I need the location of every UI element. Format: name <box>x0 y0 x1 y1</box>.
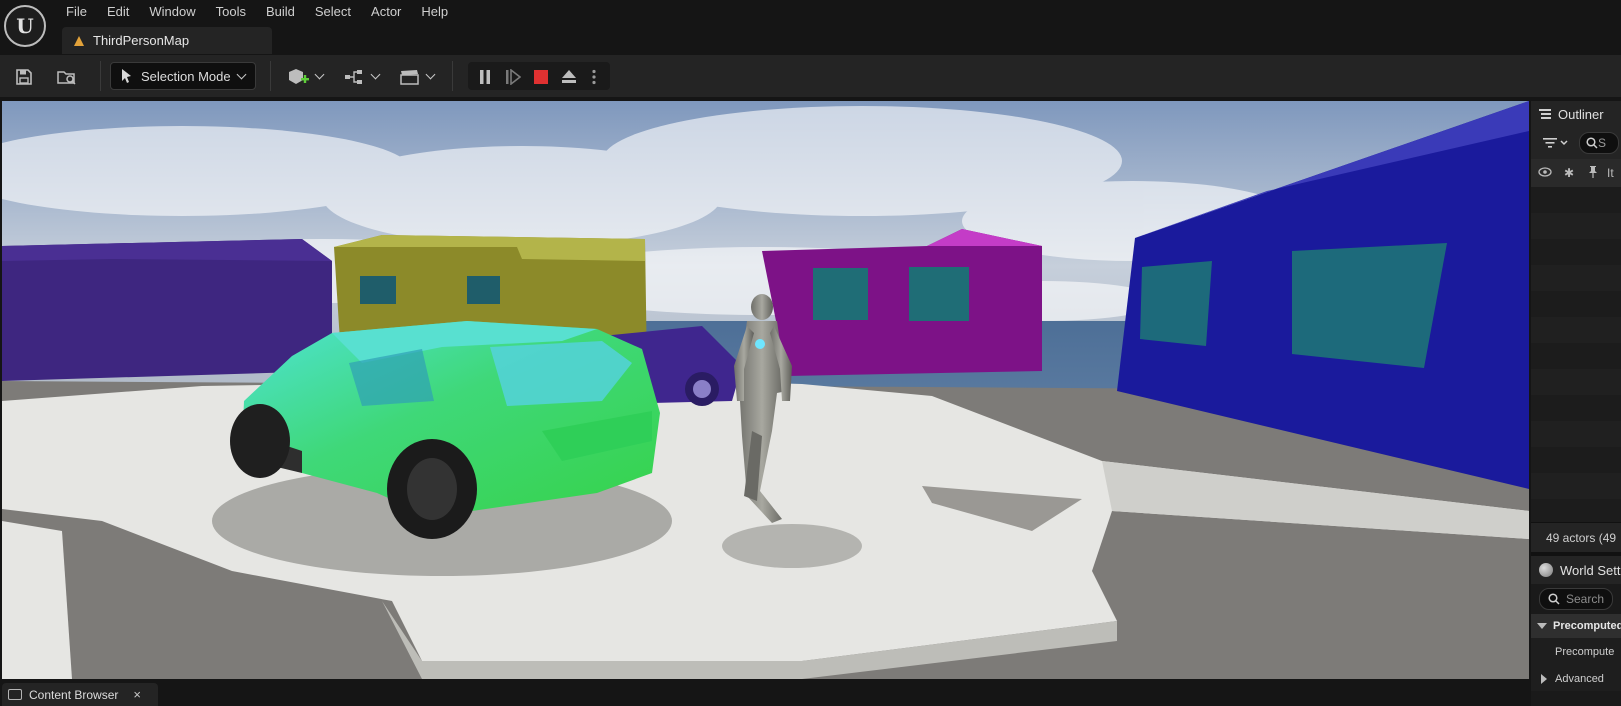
chevron-down-icon <box>425 69 435 80</box>
precomputed-category-label: Precomputed <box>1553 620 1621 632</box>
outliner-title: Outliner <box>1558 106 1604 122</box>
pause-button[interactable] <box>474 64 496 89</box>
outliner-tree[interactable] <box>1531 187 1621 522</box>
magenta-building <box>762 229 1042 376</box>
cursor-icon <box>122 69 131 83</box>
more-options-button[interactable] <box>586 64 602 89</box>
more-options-icon <box>592 69 596 84</box>
level-viewport[interactable] <box>2 101 1529 679</box>
world-settings-search-placeholder: Search <box>1566 592 1605 606</box>
outliner-panel: Outliner S ✱ It 49 actors (49 World Sett <box>1531 101 1621 706</box>
world-settings-title: World Sett <box>1560 562 1621 578</box>
star-icon[interactable]: ✱ <box>1559 166 1579 180</box>
filter-icon[interactable] <box>1543 136 1569 150</box>
bottom-drawer-bar: Content Browser × <box>0 681 1531 706</box>
eject-button[interactable] <box>558 64 580 89</box>
chevron-down-icon <box>314 69 324 80</box>
frame-skip-icon <box>506 68 521 85</box>
menu-select[interactable]: Select <box>305 0 361 24</box>
blueprint-button[interactable] <box>341 64 381 89</box>
browse-level-button[interactable] <box>54 64 80 89</box>
blueprint-icon <box>344 69 362 84</box>
content-browser-label: Content Browser <box>29 687 119 702</box>
menu-bar: U File Edit Window Tools Build Select Ac… <box>0 0 1621 55</box>
cinematics-button[interactable] <box>396 64 436 89</box>
menu-edit[interactable]: Edit <box>97 0 139 24</box>
main-toolbar: Selection Mode <box>0 55 1621 97</box>
content-browser-tab[interactable]: Content Browser × <box>2 683 158 706</box>
menu-window[interactable]: Window <box>139 0 205 24</box>
selection-mode-label: Selection Mode <box>141 68 231 84</box>
chevron-down-icon <box>370 69 380 80</box>
menu-tools[interactable]: Tools <box>206 0 256 24</box>
globe-icon <box>1539 563 1553 577</box>
eject-icon <box>562 69 576 83</box>
outliner-column-header: ✱ It <box>1531 159 1621 187</box>
precomputed-category[interactable]: Precomputed <box>1531 614 1621 638</box>
folder-icon <box>8 689 22 700</box>
viewport-scene[interactable] <box>2 101 1529 679</box>
outliner-status: 49 actors (49 <box>1531 522 1621 552</box>
expand-arrow-icon <box>1537 623 1547 629</box>
menu-build[interactable]: Build <box>256 0 305 24</box>
stop-button[interactable] <box>530 64 552 89</box>
outliner-search-input[interactable]: S <box>1579 132 1619 154</box>
menu-file[interactable]: File <box>56 0 97 24</box>
search-icon <box>1586 137 1598 149</box>
stop-square <box>534 69 548 84</box>
character-shadow <box>722 524 862 568</box>
save-icon <box>16 68 32 85</box>
collapse-arrow-icon <box>1541 673 1547 684</box>
stop-icon <box>534 69 548 84</box>
item-label-column[interactable]: It <box>1607 166 1614 180</box>
outliner-icon <box>1539 109 1551 119</box>
advanced-section[interactable]: Advanced <box>1531 666 1621 691</box>
precompute-property[interactable]: Precompute <box>1531 638 1621 666</box>
menu-help[interactable]: Help <box>411 0 458 24</box>
outliner-header: Outliner <box>1531 101 1621 127</box>
outliner-filter-bar: S <box>1531 127 1621 159</box>
main-menu: File Edit Window Tools Build Select Acto… <box>56 0 458 24</box>
level-tab-label: ThirdPersonMap <box>93 33 190 48</box>
chevron-down-icon <box>236 69 247 79</box>
level-document-tab[interactable]: ThirdPersonMap <box>62 27 272 54</box>
toolbar-separator <box>452 61 453 91</box>
close-icon[interactable]: × <box>133 687 141 702</box>
level-icon <box>74 35 84 46</box>
search-icon <box>1548 593 1560 605</box>
frame-skip-button[interactable] <box>502 64 524 89</box>
toolbar-separator <box>270 61 271 91</box>
toolbar-separator <box>100 61 101 91</box>
add-actor-button[interactable] <box>285 64 325 89</box>
eye-icon[interactable] <box>1535 166 1555 180</box>
pin-icon[interactable] <box>1583 165 1603 181</box>
selection-mode-dropdown[interactable]: Selection Mode <box>110 62 256 90</box>
advanced-label: Advanced <box>1555 672 1604 685</box>
unreal-logo-icon[interactable]: U <box>4 5 46 47</box>
add-actor-icon <box>288 68 309 84</box>
save-button[interactable] <box>12 64 36 89</box>
world-settings-header: World Sett <box>1531 552 1621 584</box>
pause-icon <box>480 69 490 84</box>
purple-building <box>2 239 332 381</box>
browse-level-icon <box>57 70 76 85</box>
world-settings-search-input[interactable]: Search <box>1539 588 1613 610</box>
outliner-search-placeholder: S <box>1598 136 1607 150</box>
menu-actor[interactable]: Actor <box>361 0 411 24</box>
clapperboard-icon <box>399 69 419 85</box>
